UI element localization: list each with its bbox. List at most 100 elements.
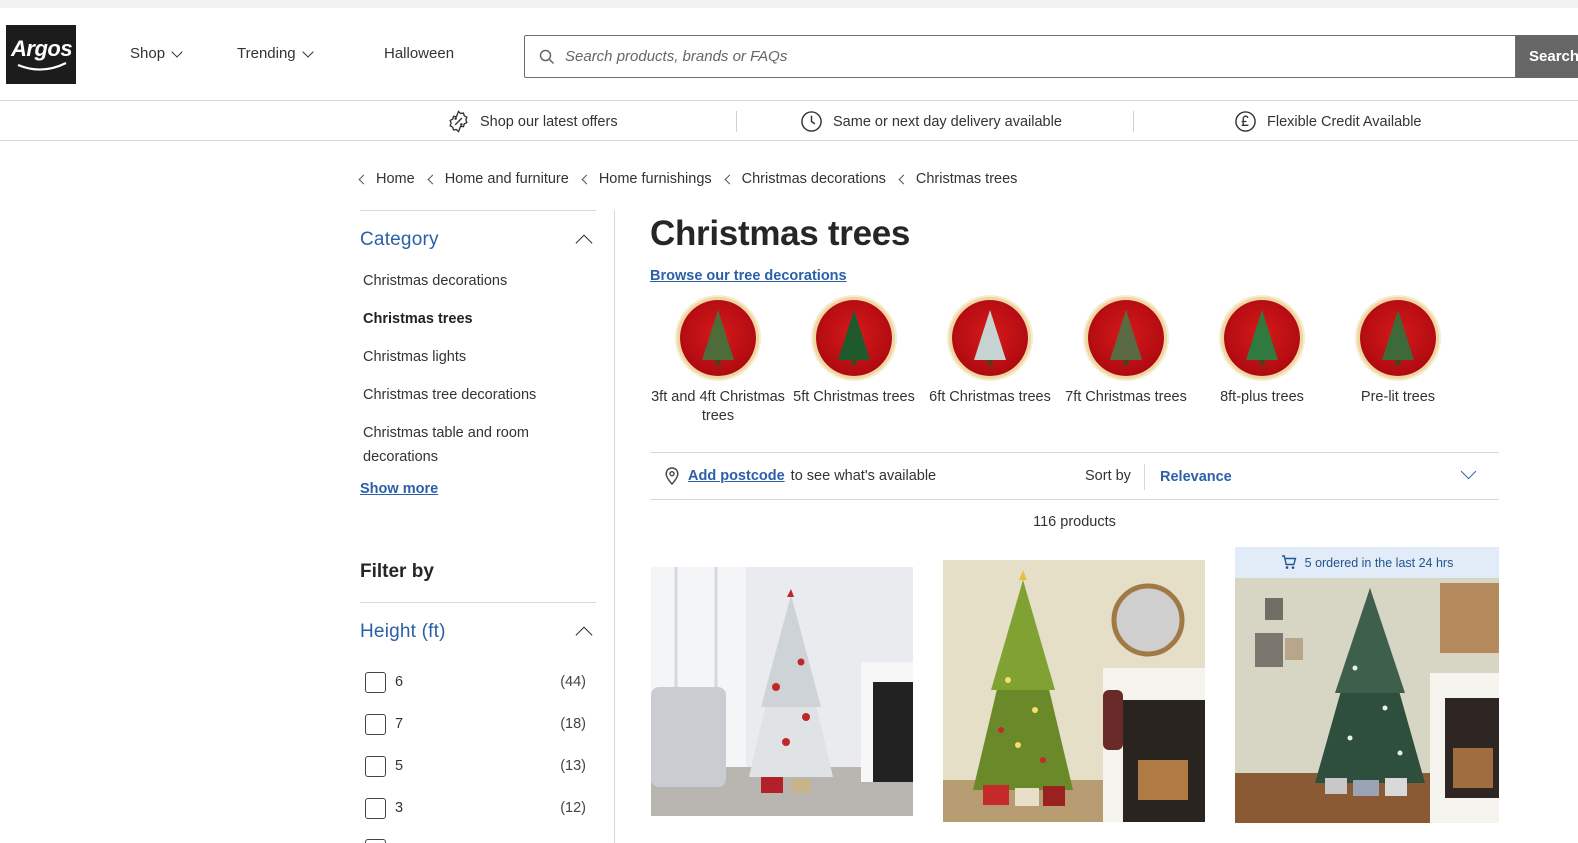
checkbox[interactable] — [365, 797, 386, 819]
product-count: 116 products — [1033, 514, 1116, 530]
tile-image — [1360, 300, 1436, 376]
tile-6ft-trees[interactable]: 6ft Christmas trees — [922, 300, 1058, 407]
logo-swoosh-icon — [17, 62, 67, 71]
christmas-tree-icon — [838, 310, 870, 366]
christmas-tree-icon — [1246, 310, 1278, 366]
height-option[interactable]: 3 (12) — [360, 787, 596, 829]
category-item-active[interactable]: Christmas trees — [363, 307, 596, 331]
category-facet-title: Category — [360, 229, 439, 250]
benefit-credit[interactable]: Flexible Credit Available — [1234, 110, 1421, 133]
tile-7ft-trees[interactable]: 7ft Christmas trees — [1058, 300, 1194, 407]
breadcrumb-christmas-decorations[interactable]: Christmas decorations — [724, 171, 886, 187]
nav-trending-label: Trending — [237, 45, 296, 62]
top-strip — [0, 0, 1578, 8]
height-option-label: 6 — [395, 674, 404, 690]
chevron-down-icon — [171, 46, 183, 58]
chevron-up-icon — [575, 234, 593, 252]
search-input[interactable] — [565, 48, 1465, 65]
benefit-delivery[interactable]: Same or next day delivery available — [800, 110, 1062, 133]
clock-icon — [801, 111, 822, 132]
pound-icon — [1235, 111, 1256, 132]
checkbox[interactable] — [365, 713, 386, 735]
breadcrumb-home[interactable]: Home — [358, 171, 415, 187]
divider — [1144, 464, 1145, 490]
nav-trending[interactable]: Trending — [237, 45, 314, 62]
site-header: Argos Shop Trending Halloween Search — [0, 8, 1578, 101]
checkbox[interactable] — [365, 671, 386, 693]
chevron-left-icon — [724, 174, 735, 184]
benefit-divider — [736, 111, 737, 132]
browse-tree-decorations-link[interactable]: Browse our tree decorations — [650, 268, 847, 284]
product-image[interactable] — [1235, 578, 1499, 823]
benefit-offers[interactable]: Shop our latest offers — [447, 110, 618, 133]
tile-image — [1224, 300, 1300, 376]
christmas-tree-icon — [1110, 310, 1142, 366]
tile-label: 7ft Christmas trees — [1065, 389, 1187, 405]
cart-icon — [1281, 555, 1297, 569]
category-item[interactable]: Christmas decorations — [363, 269, 596, 293]
category-item[interactable]: Christmas lights — [363, 345, 596, 369]
product-image[interactable] — [651, 567, 913, 816]
checkbox[interactable] — [365, 755, 386, 777]
height-facet: Height (ft) 6 (44) 7 (18) 5 (13) 3 (12) — [360, 602, 596, 843]
argos-logo[interactable]: Argos — [6, 25, 76, 84]
nav-shop-label: Shop — [130, 45, 166, 62]
product-image[interactable] — [943, 560, 1205, 822]
nav-halloween[interactable]: Halloween — [384, 45, 454, 62]
sort-select[interactable]: Relevance — [1160, 463, 1488, 485]
height-option-count: (13) — [560, 758, 586, 774]
tile-image — [816, 300, 892, 376]
product-photo-frosted-tree — [1235, 578, 1499, 823]
chevron-left-icon — [898, 174, 909, 184]
tile-3ft-4ft-trees[interactable]: 3ft and 4ft Christmas trees — [650, 300, 786, 426]
breadcrumb-label: Home — [376, 171, 415, 187]
category-facet-toggle[interactable]: Category — [360, 211, 596, 269]
height-option[interactable]: 5 (13) — [360, 745, 596, 787]
height-option-label: 7 — [395, 716, 404, 732]
chevron-left-icon — [581, 174, 592, 184]
category-item[interactable]: Christmas table and room decorations — [363, 421, 563, 469]
search-box — [524, 35, 1516, 78]
breadcrumb-christmas-trees[interactable]: Christmas trees — [898, 171, 1017, 187]
height-option-label: 5 — [395, 758, 404, 774]
height-option-partial[interactable] — [360, 829, 596, 843]
height-facet-toggle[interactable]: Height (ft) — [360, 603, 596, 661]
location-pin-icon — [665, 467, 679, 485]
tile-5ft-trees[interactable]: 5ft Christmas trees — [786, 300, 922, 407]
chevron-left-icon — [427, 174, 438, 184]
breadcrumb-home-furnishings[interactable]: Home furnishings — [581, 171, 712, 187]
tile-image — [952, 300, 1028, 376]
height-option[interactable]: 6 (44) — [360, 661, 596, 703]
category-list: Christmas decorations Christmas trees Ch… — [360, 269, 596, 469]
christmas-tree-icon — [702, 310, 734, 366]
nav-shop[interactable]: Shop — [130, 45, 183, 62]
tile-label: 5ft Christmas trees — [793, 389, 915, 405]
tile-image — [1088, 300, 1164, 376]
sort-select-value: Relevance — [1160, 469, 1232, 485]
tile-8ft-plus-trees[interactable]: 8ft-plus trees — [1194, 300, 1330, 407]
category-facet: Category Christmas decorations Christmas… — [360, 210, 596, 497]
benefit-divider — [1133, 111, 1134, 132]
tile-label: 8ft-plus trees — [1220, 389, 1304, 405]
height-option-count: (12) — [560, 800, 586, 816]
page-title: Christmas trees — [650, 214, 911, 253]
sort-bar: Add postcode to see what's available Sor… — [650, 452, 1499, 500]
category-item[interactable]: Christmas tree decorations — [363, 383, 596, 407]
breadcrumb: Home Home and furniture Home furnishings… — [358, 171, 1031, 187]
show-more-link[interactable]: Show more — [360, 481, 596, 497]
height-option[interactable]: 7 (18) — [360, 703, 596, 745]
height-option-count: (44) — [560, 674, 586, 690]
tile-pre-lit-trees[interactable]: Pre-lit trees — [1330, 300, 1466, 407]
checkbox[interactable] — [365, 839, 386, 843]
add-postcode-link[interactable]: Add postcode — [688, 468, 785, 484]
height-option-label: 3 — [395, 800, 404, 816]
breadcrumb-label: Christmas decorations — [741, 171, 886, 187]
breadcrumb-label: Home and furniture — [444, 171, 569, 187]
tile-image — [680, 300, 756, 376]
product-photo-snowy-tree — [651, 567, 913, 816]
breadcrumb-home-and-furniture[interactable]: Home and furniture — [427, 171, 569, 187]
sidebar-divider — [614, 210, 615, 843]
search-button[interactable]: Search — [1516, 35, 1578, 78]
logo-stripe-green — [74, 25, 76, 45]
postcode-prompt: Add postcode to see what's available — [664, 467, 936, 485]
